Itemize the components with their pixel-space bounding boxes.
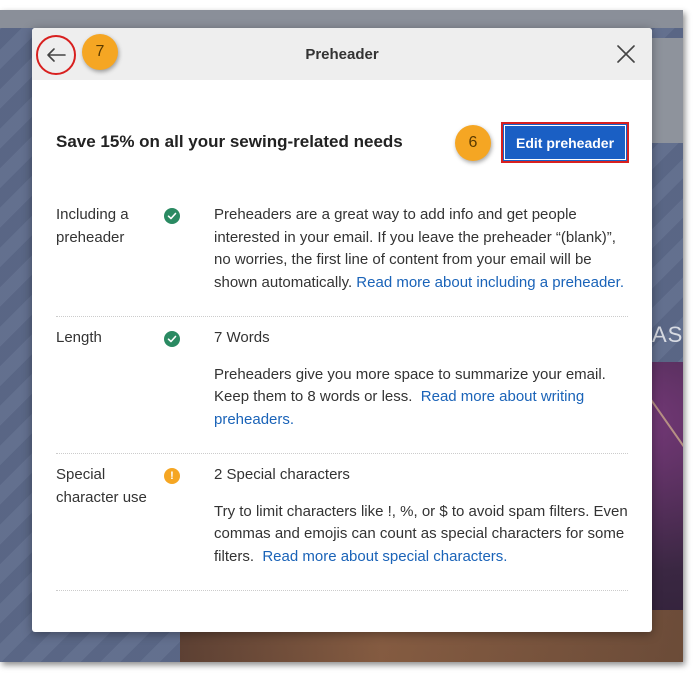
check-result: 7 Words: [214, 329, 270, 346]
check-circle-icon: [164, 208, 180, 224]
check-body-paragraph: Preheaders are a great way to add info a…: [214, 204, 628, 294]
preheader-checks: Including a preheader Preheaders are a g…: [56, 194, 628, 591]
close-icon: [617, 45, 635, 63]
subject-line: Save 15% on all your sewing-related need…: [56, 132, 403, 151]
check-label-line: Including a: [56, 206, 129, 223]
check-status: [164, 327, 214, 431]
check-status: !: [164, 464, 214, 568]
background-side-panel: [652, 38, 683, 143]
check-body-paragraph: Try to limit characters like !, %, or $ …: [214, 501, 628, 569]
back-button[interactable]: [36, 35, 76, 75]
edit-preheader-button[interactable]: Edit preheader: [501, 122, 629, 163]
step-badge-6: 6: [455, 125, 491, 161]
background-text-fragment: AS: [652, 322, 683, 347]
check-body-paragraph: Preheaders give you more space to summar…: [214, 364, 628, 432]
check-row-including-preheader: Including a preheader Preheaders are a g…: [56, 194, 628, 317]
check-label: Special character use: [56, 464, 164, 568]
read-more-special-characters-link[interactable]: Read more about special characters.: [262, 548, 507, 565]
check-description: 7 Words Preheaders give you more space t…: [214, 327, 628, 431]
check-result: 2 Special characters: [214, 466, 350, 483]
check-description: Preheaders are a great way to add info a…: [214, 204, 628, 294]
check-label-line: preheader: [56, 228, 125, 246]
step-badge-7: 7: [82, 34, 118, 70]
check-row-length: Length 7 Words Preheaders give you more …: [56, 317, 628, 454]
background-top-strip: [0, 10, 683, 28]
warning-icon: !: [164, 468, 180, 484]
arrow-left-icon: [47, 48, 66, 62]
check-label: Including a preheader: [56, 204, 164, 294]
modal-header: 7 Preheader: [32, 28, 652, 80]
modal-title: Preheader: [305, 45, 379, 63]
read-more-preheader-link[interactable]: Read more about including a preheader.: [356, 274, 624, 291]
check-row-special-characters: Special character use ! 2 Special charac…: [56, 454, 628, 591]
check-label: Length: [56, 327, 164, 431]
check-label-line: Length: [56, 329, 102, 346]
preheader-modal: 7 Preheader Save 15% on all your sewing-…: [32, 28, 652, 632]
check-label-line: Special: [56, 466, 106, 483]
check-description: 2 Special characters Try to limit charac…: [214, 464, 628, 568]
check-status: [164, 204, 214, 294]
check-circle-icon: [164, 331, 180, 347]
check-label-line: character use: [56, 488, 147, 506]
close-button[interactable]: [614, 42, 638, 66]
